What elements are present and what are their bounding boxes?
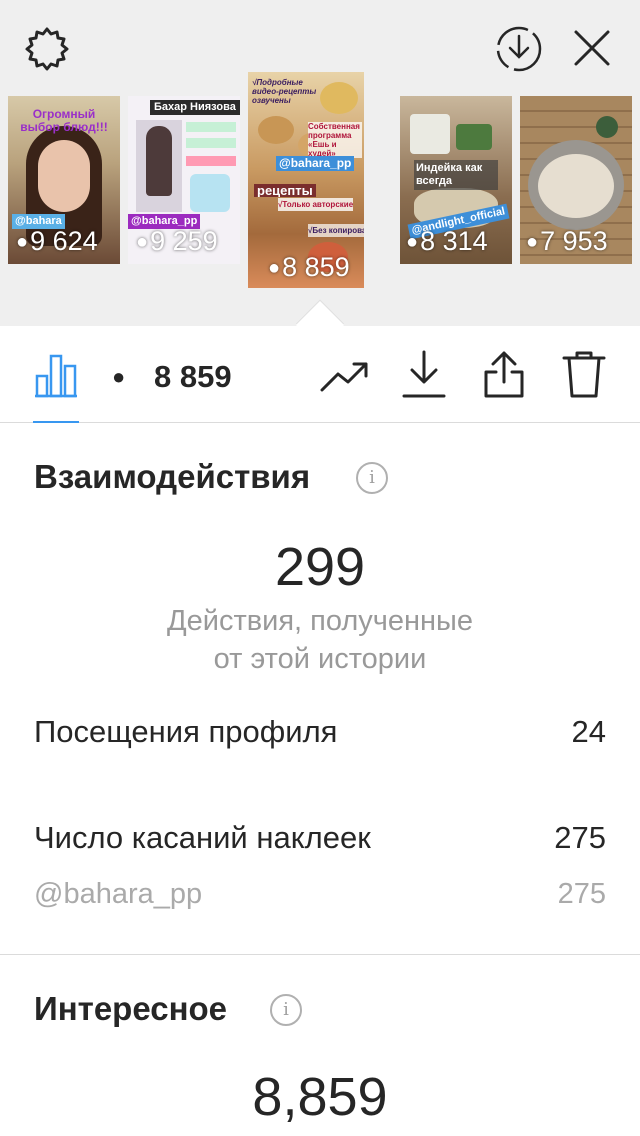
thumbnail-caption: Огромный выбор блюд!!! [20,108,108,134]
eye-icon: ● [406,231,419,253]
story-thumbnail[interactable]: ●7 953 [520,96,632,264]
thumbnail-caption: Бахар Ниязова [150,100,240,115]
thumbnail-caption: Индейка как всегда [414,160,498,190]
view-count: 8 859 [154,359,232,394]
story-thumbnail[interactable]: Бахар Ниязова @bahara_pp ●9 259 [128,96,240,264]
thumbnail-views: ●9 624 [16,226,98,256]
eye-icon: ● [16,231,29,253]
discovery-title: Интересное [34,990,228,1027]
interactions-subtitle: от этой истории [213,643,427,675]
profile-visits-label: Посещения профиля [34,714,338,749]
trend-icon[interactable] [320,356,370,396]
interactions-subtitle: Действия, полученные [166,605,474,637]
sticker-taps-label: Число касаний наклеек [34,820,371,855]
sticker-handle-value: 275 [557,878,606,910]
thumbnail-views: ●9 259 [136,226,218,256]
thumbnail-caption: √Без копирования [308,224,364,237]
thumbnail-caption: √Подробные видео-рецепты озвучены [252,78,317,105]
thumbnail-caption: Собственная программа «Ешь и худей» [308,122,362,158]
share-icon[interactable] [482,350,526,398]
close-icon[interactable] [570,26,614,70]
eye-icon: ● [526,231,539,253]
eye-icon: ● [112,364,126,389]
story-thumbnail[interactable]: Огромный выбор блюд!!! @bahara ●9 624 [8,96,120,264]
thumbnail-views: ●8 314 [406,226,488,256]
story-toolbar: ● 8 859 [0,326,640,423]
interactions-title: Взаимодействия [34,458,311,495]
info-icon[interactable]: i [356,462,388,494]
eye-icon: ● [136,231,149,253]
story-thumbnail-selected[interactable]: √Подробные видео-рецепты озвучены Собств… [248,72,364,288]
thumbnail-handle: @bahara_pp [276,156,355,171]
profile-visits-value: 24 [571,714,606,749]
story-strip: Огромный выбор блюд!!! @bahara ●9 624 Ба… [0,0,640,326]
interactions-total: 299 [274,537,366,597]
gear-icon[interactable] [22,24,72,74]
thumbnail-views: ●8 859 [268,252,350,282]
thumbnail-views: ●7 953 [526,226,608,256]
info-icon[interactable]: i [270,994,302,1026]
active-tab-indicator [33,421,79,423]
thumbnail-caption: √Только авторские [278,198,354,211]
download-circle-icon[interactable] [494,24,544,74]
trash-icon[interactable] [562,350,606,398]
sticker-handle-label: @bahara_pp [34,878,203,910]
download-icon[interactable] [402,350,446,398]
discovery-total: 8,859 [252,1067,388,1127]
bar-chart-icon[interactable] [33,352,79,398]
sticker-taps-value: 275 [554,820,606,855]
eye-icon: ● [268,257,281,279]
thumbnail-caption: рецепты [254,184,316,197]
section-divider [0,954,640,955]
story-thumbnail[interactable]: Индейка как всегда @andlight_official ●8… [400,96,512,264]
